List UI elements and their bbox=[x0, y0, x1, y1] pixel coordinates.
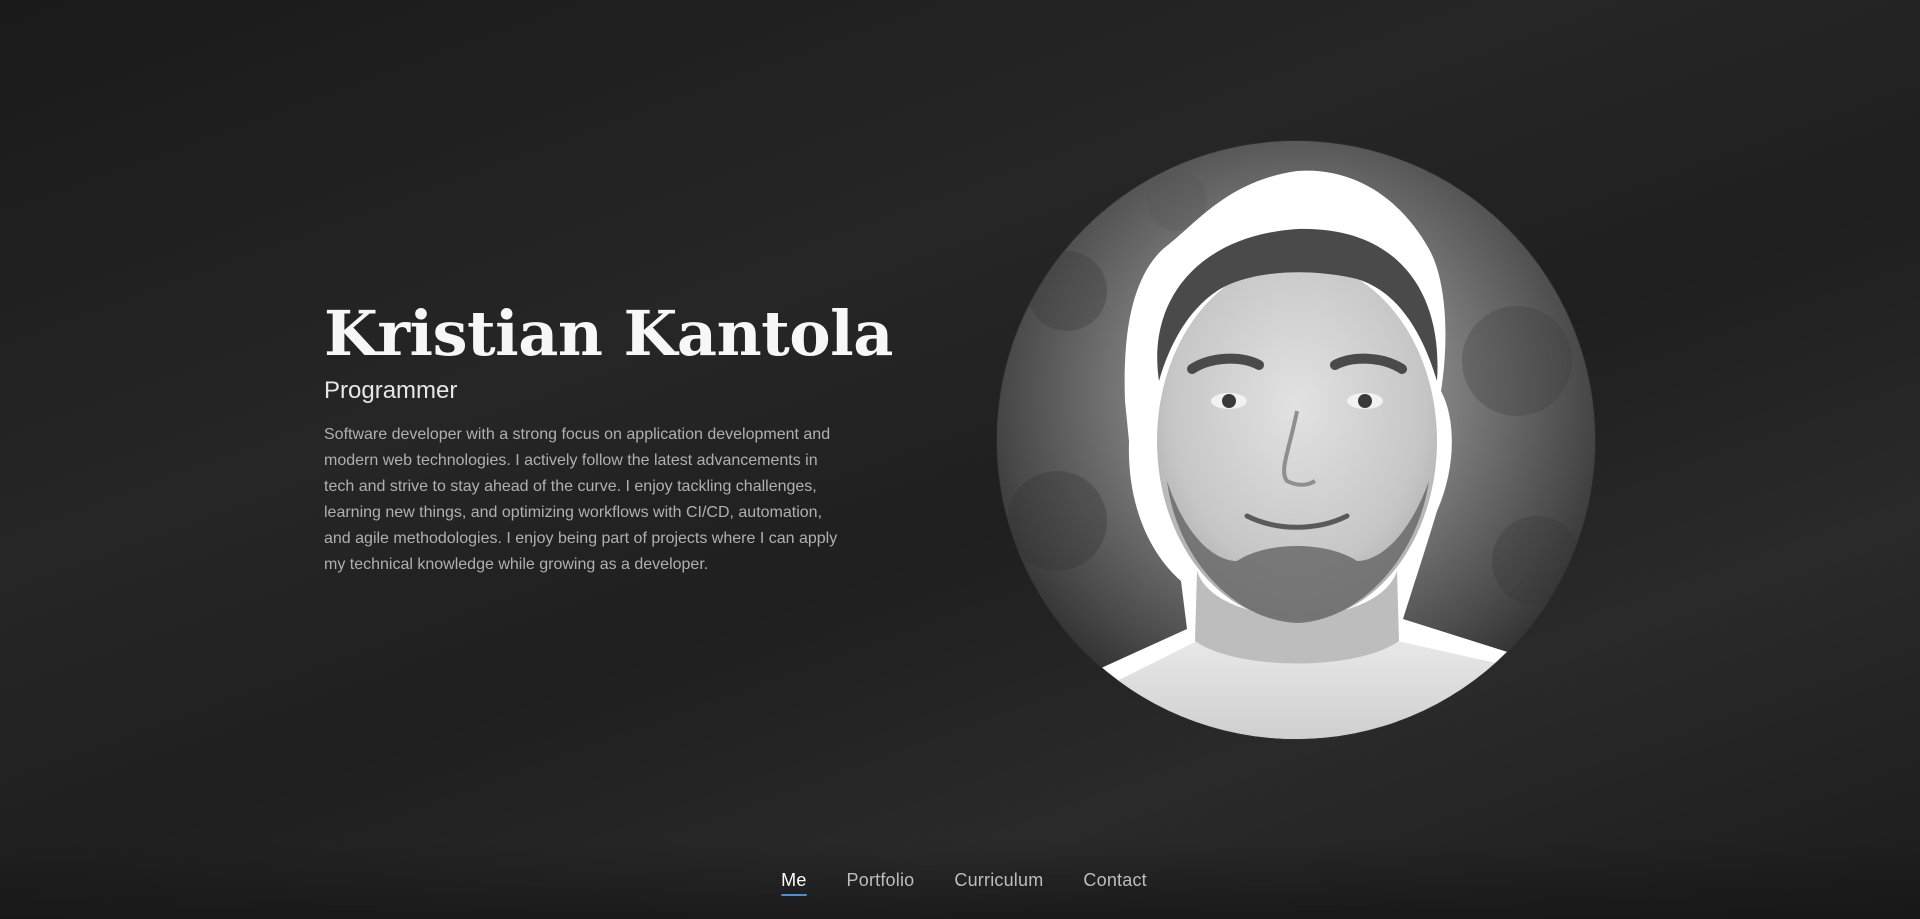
nav-item-curriculum[interactable]: Curriculum bbox=[954, 869, 1043, 891]
job-title: Programmer bbox=[324, 377, 458, 404]
bio-text: Software developer with a strong focus o… bbox=[324, 426, 838, 573]
nav-item-me[interactable]: Me bbox=[781, 869, 807, 896]
page-title: Kristian Kantola bbox=[324, 297, 893, 370]
profile-photo bbox=[997, 141, 1595, 739]
nav-item-contact[interactable]: Contact bbox=[1083, 869, 1146, 891]
intro-block: Kristian Kantola Programmer Software dev… bbox=[324, 296, 893, 578]
bottom-navigation: Me Portfolio Curriculum Contact bbox=[0, 843, 1920, 919]
profile-photo-illustration bbox=[997, 141, 1595, 739]
nav-list: Me Portfolio Curriculum Contact bbox=[773, 869, 1147, 896]
nav-item-portfolio[interactable]: Portfolio bbox=[847, 869, 915, 891]
hero-section: Kristian Kantola Programmer Software dev… bbox=[0, 0, 1920, 919]
